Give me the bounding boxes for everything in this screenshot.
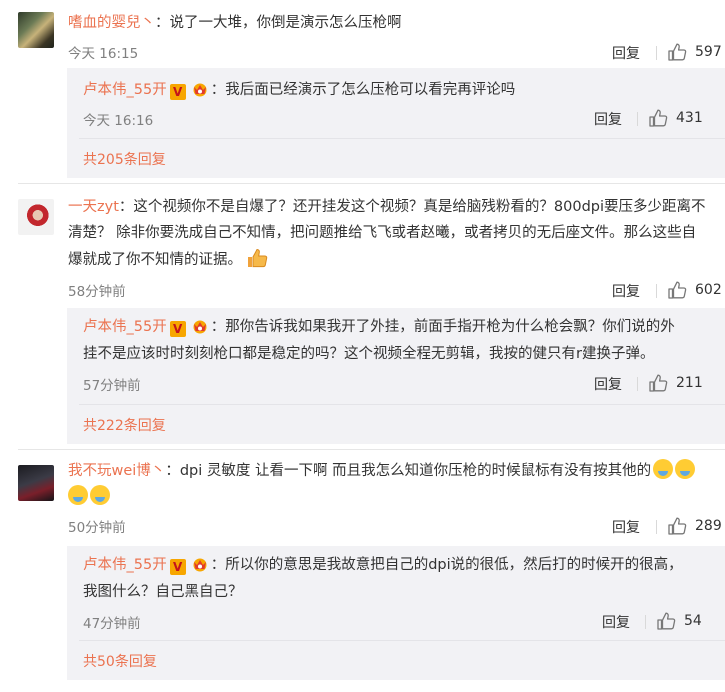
comment-text: 爆就成了你不知情的证据。: [68, 252, 242, 268]
divider: [645, 615, 646, 629]
reply-button[interactable]: 回复: [612, 281, 640, 301]
username-link[interactable]: 卢本伟_55开: [83, 557, 167, 573]
thumbs-up-icon: [648, 108, 668, 128]
like-count: 602: [695, 282, 722, 298]
like-button[interactable]: 289: [667, 516, 722, 536]
thumbs-up-icon: [667, 516, 687, 536]
timestamp: 58分钟前: [68, 284, 126, 300]
sub-reply-line: 卢本伟_55开 V ：那你告诉我如果我开了外挂，前面手指开枪为什么枪会飘？你们说的外: [83, 314, 675, 340]
emoji-icon: [653, 459, 674, 479]
username-link[interactable]: 卢本伟_55开: [83, 319, 167, 335]
crown-icon: [189, 81, 211, 97]
reply-button[interactable]: 回复: [594, 109, 622, 129]
like-button[interactable]: 54: [656, 611, 702, 631]
timestamp: 57分钟前: [83, 378, 141, 394]
emoji-icon: [675, 459, 696, 479]
avatar[interactable]: [18, 199, 54, 235]
sub-reply-text: 那你告诉我如果我开了外挂，前面手指开枪为什么枪会飘？你们说的外: [225, 319, 675, 335]
comment-line: 一天zyt：这个视频你不是自爆了？还开挂发这个视频？真是给脑残粉看的？800dp…: [68, 194, 706, 220]
username-link[interactable]: 我不玩wei博丶: [68, 463, 165, 479]
sub-reply-text: 我图什么？自己黑自己？: [83, 584, 243, 600]
sub-reply-line: 卢本伟_55开 V ：我后面已经演示了怎么压枪可以看完再评论吗: [83, 77, 515, 103]
sub-reply-box: 卢本伟_55开 V ：那你告诉我如果我开了外挂，前面手指开枪为什么枪会飘？你们说的外…: [67, 308, 725, 444]
emoji-icon: [68, 485, 88, 505]
more-replies-link[interactable]: 共50条回复: [83, 651, 157, 671]
sub-reply-line: 卢本伟_55开 V ：所以你的意思是我故意把自己的dpi说的很低，然后打的时候开的很…: [83, 552, 683, 578]
avatar[interactable]: [18, 12, 54, 48]
like-button[interactable]: 602: [667, 280, 722, 300]
comment-item: 一天zyt：这个视频你不是自爆了？还开挂发这个视频？真是给脑残粉看的？800dp…: [0, 184, 725, 448]
timestamp: 47分钟前: [83, 616, 141, 632]
reply-button[interactable]: 回复: [612, 43, 640, 63]
comment-text: 这个视频你不是自爆了？还开挂发这个视频？真是给脑残粉看的？800dpi要压多少距…: [133, 199, 706, 215]
like-button[interactable]: 431: [648, 108, 703, 128]
colon: ：: [210, 82, 226, 98]
like-button[interactable]: 211: [648, 373, 703, 393]
comment-text: 说了一大堆，你倒是演示怎么压枪啊: [169, 15, 402, 31]
colon: ：: [210, 557, 226, 573]
divider: [656, 520, 657, 534]
username-link[interactable]: 嗜血的婴兒丶: [68, 15, 155, 31]
divider: [656, 46, 657, 60]
like-count: 289: [695, 518, 722, 534]
comment-line: 嗜血的婴兒丶：说了一大堆，你倒是演示怎么压枪啊: [68, 10, 402, 36]
thumbs-up-icon: [667, 280, 687, 300]
comment-item: 我不玩wei博丶：dpi 灵敏度 让看一下啊 而且我怎么知道你压枪的时候鼠标有没…: [0, 450, 725, 692]
divider: [79, 138, 725, 139]
divider: [656, 284, 657, 298]
reply-button[interactable]: 回复: [602, 612, 630, 632]
username-link[interactable]: 卢本伟_55开: [83, 82, 167, 98]
like-count: 211: [676, 375, 703, 391]
like-button[interactable]: 597: [667, 42, 722, 62]
reply-button[interactable]: 回复: [594, 374, 622, 394]
comment-line: [68, 484, 110, 510]
sub-reply-box: 卢本伟_55开 V ：我后面已经演示了怎么压枪可以看完再评论吗 今天 16:16 回…: [67, 68, 725, 178]
thumbs-up-icon: [656, 611, 676, 631]
comment-text: 清楚？ 除非你要洗成自己不知情，把问题推给飞飞或者赵曦，或者拷贝的无后座文件。那…: [68, 225, 697, 241]
sub-reply-box: 卢本伟_55开 V ：所以你的意思是我故意把自己的dpi说的很低，然后打的时候开的很…: [67, 546, 725, 680]
emoji-icon: [90, 485, 110, 505]
reply-button[interactable]: 回复: [612, 517, 640, 537]
sub-reply-text: 挂不是应该时时刻刻枪口都是稳定的吗？这个视频全程无剪辑，我按的健只有r建换子弹。: [83, 346, 655, 362]
divider: [637, 377, 638, 391]
like-count: 597: [695, 44, 722, 60]
crown-icon: [189, 318, 211, 334]
more-replies-link[interactable]: 共205条回复: [83, 149, 166, 169]
crown-icon: [189, 556, 211, 572]
colon: ：: [165, 463, 180, 479]
avatar[interactable]: [18, 465, 54, 501]
verified-v-icon: V: [169, 321, 186, 337]
divider: [79, 640, 725, 641]
thumbs-up-emoji-icon: [248, 248, 268, 268]
like-count: 54: [684, 613, 702, 629]
comment-line: 爆就成了你不知情的证据。: [68, 247, 268, 273]
timestamp: 今天 16:16: [83, 113, 154, 129]
thumbs-up-icon: [648, 373, 668, 393]
verified-v-icon: V: [169, 84, 186, 100]
timestamp: 50分钟前: [68, 520, 126, 536]
more-replies-link[interactable]: 共222条回复: [83, 415, 166, 435]
comment-line: 我不玩wei博丶：dpi 灵敏度 让看一下啊 而且我怎么知道你压枪的时候鼠标有没…: [68, 458, 696, 484]
divider: [637, 112, 638, 126]
timestamp: 今天 16:15: [68, 46, 139, 62]
username-link[interactable]: 一天zyt: [68, 199, 119, 215]
comment-item: 嗜血的婴兒丶：说了一大堆，你倒是演示怎么压枪啊 今天 16:15 回复 597 …: [0, 0, 725, 180]
colon: ：: [118, 199, 134, 215]
sub-reply-text: 我后面已经演示了怎么压枪可以看完再评论吗: [225, 82, 516, 98]
sub-reply-text: 所以你的意思是我故意把自己的dpi说的很低，然后打的时候开的很高，: [225, 557, 683, 573]
verified-v-icon: V: [169, 559, 186, 575]
like-count: 431: [676, 110, 703, 126]
colon: ：: [155, 15, 170, 31]
thumbs-up-icon: [667, 42, 687, 62]
colon: ：: [210, 319, 226, 335]
comment-text: dpi 灵敏度 让看一下啊 而且我怎么知道你压枪的时候鼠标有没有按其他的: [179, 463, 652, 479]
divider: [79, 404, 725, 405]
